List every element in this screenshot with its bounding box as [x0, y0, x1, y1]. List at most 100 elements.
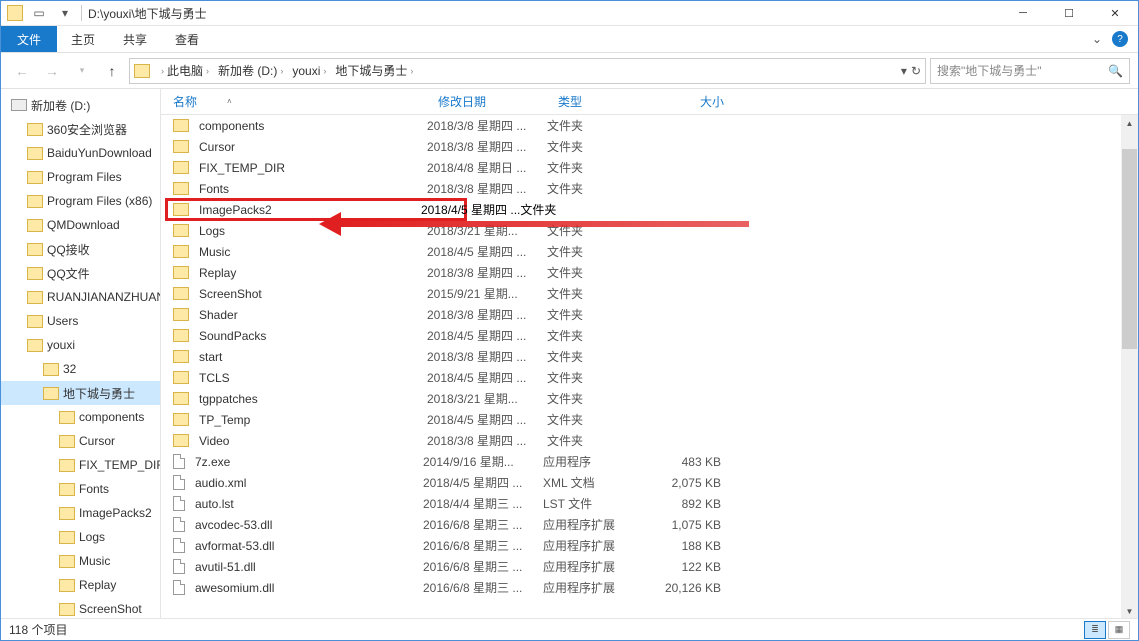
status-bar: 118 个项目 ≣ ▦	[1, 618, 1138, 640]
column-name[interactable]: 名称˄	[161, 93, 426, 110]
file-row[interactable]: tgppatches2018/3/21 星期...文件夹	[161, 388, 1138, 409]
folder-icon	[59, 555, 75, 568]
scrollbar-thumb[interactable]	[1122, 149, 1137, 349]
ribbon-expand-icon[interactable]: ⌄	[1092, 32, 1102, 46]
file-row[interactable]: components2018/3/8 星期四 ...文件夹	[161, 115, 1138, 136]
scroll-up-icon[interactable]: ▲	[1121, 115, 1138, 132]
breadcrumb-segment[interactable]: 地下城与勇士›	[333, 62, 418, 79]
maximize-button[interactable]: ☐	[1046, 1, 1092, 26]
folder-icon	[59, 531, 75, 544]
tree-item[interactable]: FIX_TEMP_DIR	[1, 453, 160, 477]
tree-item[interactable]: Program Files (x86)	[1, 189, 160, 213]
file-row[interactable]: Cursor2018/3/8 星期四 ...文件夹	[161, 136, 1138, 157]
folder-icon	[59, 411, 75, 424]
tree-item[interactable]: 32	[1, 357, 160, 381]
folder-icon	[173, 308, 189, 321]
tree-item[interactable]: youxi	[1, 333, 160, 357]
address-dropdown-icon[interactable]: ▾	[901, 64, 907, 78]
file-row[interactable]: Music2018/4/5 星期四 ...文件夹	[161, 241, 1138, 262]
breadcrumb-segment[interactable]: 新加卷 (D:)›	[216, 62, 288, 79]
tree-item[interactable]: components	[1, 405, 160, 429]
file-row[interactable]: avformat-53.dll2016/6/8 星期三 ...应用程序扩展188…	[161, 535, 1138, 556]
file-row[interactable]: Replay2018/3/8 星期四 ...文件夹	[161, 262, 1138, 283]
file-row[interactable]: ScreenShot2015/9/21 星期...文件夹	[161, 283, 1138, 304]
tab-file[interactable]: 文件	[1, 26, 57, 52]
view-details-button[interactable]: ≣	[1084, 621, 1106, 639]
breadcrumb-segment[interactable]: youxi›	[290, 64, 331, 78]
help-icon[interactable]: ?	[1112, 31, 1128, 47]
file-name: tgppatches	[199, 392, 427, 406]
file-row[interactable]: awesomium.dll2016/6/8 星期三 ...应用程序扩展20,12…	[161, 577, 1138, 598]
file-row[interactable]: FIX_TEMP_DIR2018/4/8 星期日 ...文件夹	[161, 157, 1138, 178]
refresh-icon[interactable]: ↻	[911, 64, 921, 78]
tree-item[interactable]: RUANJIANANZHUANG	[1, 285, 160, 309]
tree-item[interactable]: ScreenShot	[1, 597, 160, 620]
file-date: 2018/4/5 星期四 ...	[427, 243, 547, 260]
minimize-button[interactable]: ─	[1000, 1, 1046, 26]
folder-icon	[27, 291, 43, 304]
quick-access-toolbar: ▭ ▾	[29, 3, 75, 23]
folder-icon	[173, 350, 189, 363]
tree-item-label: Music	[79, 554, 110, 568]
file-name: 7z.exe	[195, 455, 423, 469]
navigation-tree[interactable]: 新加卷 (D:)360安全浏览器BaiduYunDownloadProgram …	[1, 89, 161, 620]
close-button[interactable]: ✕	[1092, 1, 1138, 26]
file-date: 2018/4/4 星期三 ...	[423, 495, 543, 512]
tree-item[interactable]: 新加卷 (D:)	[1, 93, 160, 117]
address-bar[interactable]: ›此电脑› 新加卷 (D:)› youxi› 地下城与勇士› ▾ ↻	[129, 58, 926, 84]
file-name: avutil-51.dll	[195, 560, 423, 574]
tab-share[interactable]: 共享	[109, 26, 161, 52]
file-row[interactable]: TP_Temp2018/4/5 星期四 ...文件夹	[161, 409, 1138, 430]
tree-item-label: Users	[47, 314, 78, 328]
up-button[interactable]: ↑	[99, 58, 125, 84]
recent-dropdown-icon[interactable]: ▾	[69, 58, 95, 84]
tree-item[interactable]: ImagePacks2	[1, 501, 160, 525]
search-icon[interactable]: 🔍	[1108, 64, 1123, 78]
file-size: 188 KB	[653, 539, 733, 553]
file-row[interactable]: avutil-51.dll2016/6/8 星期三 ...应用程序扩展122 K…	[161, 556, 1138, 577]
file-row[interactable]: Video2018/3/8 星期四 ...文件夹	[161, 430, 1138, 451]
file-row[interactable]: start2018/3/8 星期四 ...文件夹	[161, 346, 1138, 367]
tree-item[interactable]: QQ接收	[1, 237, 160, 261]
file-row[interactable]: 7z.exe2014/9/16 星期...应用程序483 KB	[161, 451, 1138, 472]
file-row[interactable]: Fonts2018/3/8 星期四 ...文件夹	[161, 178, 1138, 199]
search-input[interactable]: 搜索"地下城与勇士" 🔍	[930, 58, 1130, 84]
file-row[interactable]: Logs2018/3/21 星期...文件夹	[161, 220, 1138, 241]
file-row[interactable]: TCLS2018/4/5 星期四 ...文件夹	[161, 367, 1138, 388]
scrollbar[interactable]: ▲ ▼	[1121, 115, 1138, 620]
tree-item[interactable]: 360安全浏览器	[1, 117, 160, 141]
tab-home[interactable]: 主页	[57, 26, 109, 52]
tree-item[interactable]: Users	[1, 309, 160, 333]
folder-icon	[59, 579, 75, 592]
qat-properties-icon[interactable]: ▭	[29, 3, 49, 23]
folder-icon	[173, 140, 189, 153]
tab-view[interactable]: 查看	[161, 26, 213, 52]
file-row[interactable]: audio.xml2018/4/5 星期四 ...XML 文档2,075 KB	[161, 472, 1138, 493]
file-row[interactable]: avcodec-53.dll2016/6/8 星期三 ...应用程序扩展1,07…	[161, 514, 1138, 535]
tree-item[interactable]: Cursor	[1, 429, 160, 453]
file-row[interactable]: SoundPacks2018/4/5 星期四 ...文件夹	[161, 325, 1138, 346]
view-icons-button[interactable]: ▦	[1108, 621, 1130, 639]
tree-item[interactable]: QMDownload	[1, 213, 160, 237]
qat-dropdown-icon[interactable]: ▾	[55, 3, 75, 23]
file-date: 2018/3/8 星期四 ...	[427, 180, 547, 197]
tree-item[interactable]: Program Files	[1, 165, 160, 189]
tree-item[interactable]: 地下城与勇士	[1, 381, 160, 405]
tree-item-label: Cursor	[79, 434, 115, 448]
file-row[interactable]: auto.lst2018/4/4 星期三 ...LST 文件892 KB	[161, 493, 1138, 514]
tree-item[interactable]: Fonts	[1, 477, 160, 501]
column-date[interactable]: 修改日期	[426, 93, 546, 110]
tree-item[interactable]: QQ文件	[1, 261, 160, 285]
file-row[interactable]: Shader2018/3/8 星期四 ...文件夹	[161, 304, 1138, 325]
folder-icon	[27, 267, 43, 280]
tree-item[interactable]: Replay	[1, 573, 160, 597]
file-name: ScreenShot	[199, 287, 427, 301]
tree-item[interactable]: Music	[1, 549, 160, 573]
forward-button[interactable]: →	[39, 58, 65, 84]
back-button[interactable]: ←	[9, 58, 35, 84]
breadcrumb-segment[interactable]: ›此电脑›	[156, 62, 214, 79]
tree-item[interactable]: Logs	[1, 525, 160, 549]
tree-item[interactable]: BaiduYunDownload	[1, 141, 160, 165]
column-size[interactable]: 大小	[656, 93, 736, 110]
column-type[interactable]: 类型	[546, 93, 656, 110]
